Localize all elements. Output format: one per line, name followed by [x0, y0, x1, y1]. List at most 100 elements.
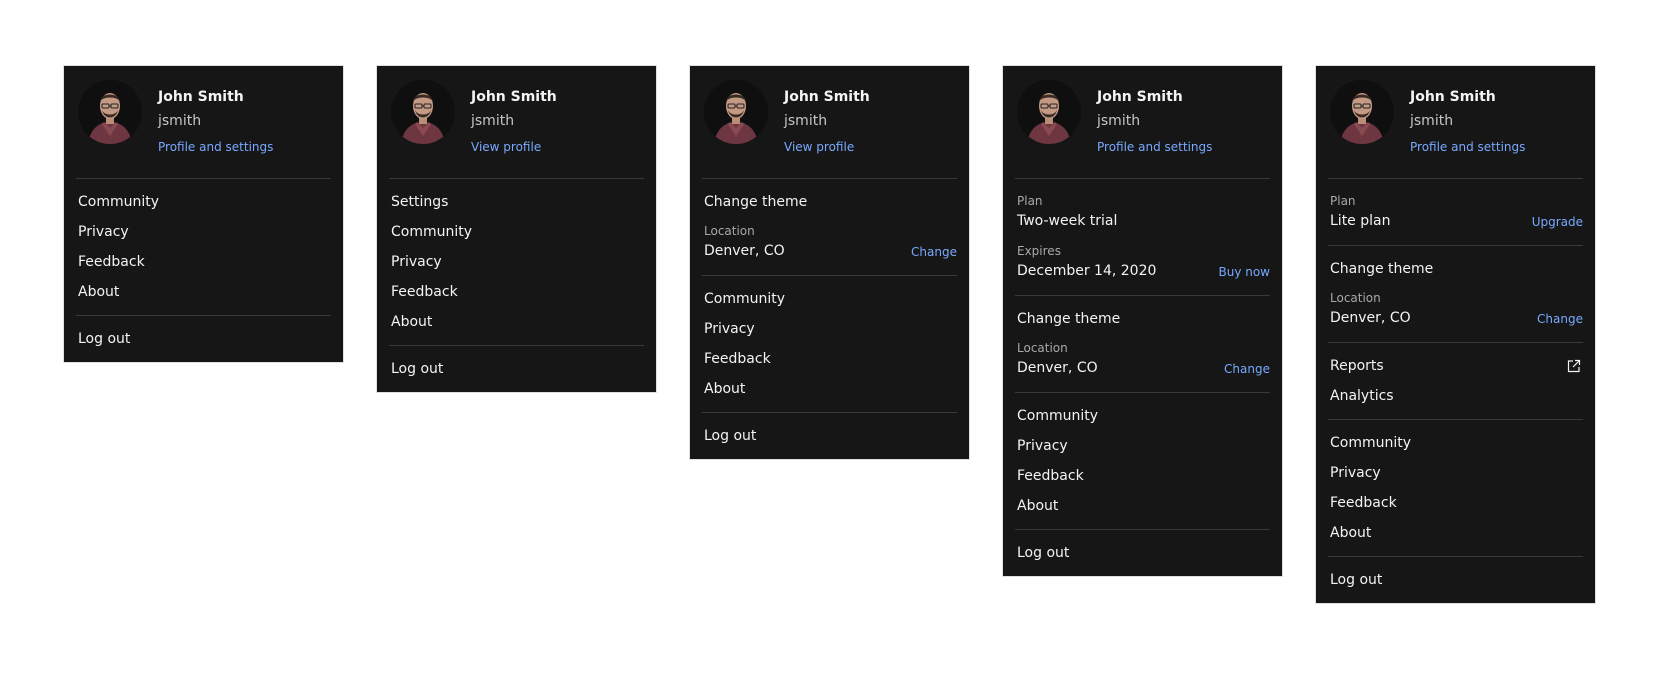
links-section: Community Privacy Feedback About: [64, 179, 343, 315]
profile-settings-link[interactable]: Profile and settings: [1097, 140, 1212, 154]
location-label: Location: [704, 224, 755, 238]
menu-item-about[interactable]: About: [1316, 518, 1595, 548]
external-link-icon: [1567, 359, 1581, 373]
logout-button[interactable]: Log out: [64, 324, 343, 354]
location-value: Denver, CO: [1017, 360, 1098, 376]
logout-section: Log out: [1316, 557, 1595, 603]
expires-label: Expires: [1017, 244, 1061, 258]
profile-menu-1: John Smith jsmith Profile and settings C…: [63, 65, 344, 363]
tools-section: Reports Analytics: [1316, 343, 1595, 419]
plan-value: Lite plan: [1330, 213, 1391, 229]
profile-settings-link[interactable]: Profile and settings: [1410, 140, 1525, 154]
view-profile-link[interactable]: View profile: [784, 140, 854, 154]
menu-item-analytics[interactable]: Analytics: [1316, 381, 1595, 411]
menu-item-about[interactable]: About: [64, 277, 343, 307]
avatar: [1330, 80, 1394, 144]
plan-section: Plan Two-week trial Expires December 14,…: [1003, 179, 1282, 295]
menu-item-about[interactable]: About: [690, 374, 969, 404]
upgrade-link[interactable]: Upgrade: [1532, 215, 1583, 229]
plan-row: Plan Lite plan Upgrade: [1316, 187, 1595, 237]
location-value: Denver, CO: [1330, 310, 1411, 326]
view-profile-link[interactable]: View profile: [471, 140, 541, 154]
user-name: John Smith: [471, 89, 557, 105]
plan-label: Plan: [1017, 194, 1043, 208]
change-theme-item[interactable]: Change theme: [1003, 304, 1282, 334]
profile-header: John Smith jsmith Profile and settings: [64, 66, 343, 178]
links-section: Community Privacy Feedback About: [1316, 420, 1595, 556]
logout-section: Log out: [1003, 530, 1282, 576]
menu-item-privacy[interactable]: Privacy: [64, 217, 343, 247]
links-section: Community Privacy Feedback About: [690, 276, 969, 412]
avatar: [704, 80, 768, 144]
profile-menu-2: John Smith jsmith View profile Settings …: [376, 65, 657, 393]
menu-item-privacy[interactable]: Privacy: [1003, 431, 1282, 461]
logout-button[interactable]: Log out: [1316, 565, 1595, 595]
logout-button[interactable]: Log out: [690, 421, 969, 451]
theme-section: Change theme Location Denver, CO Change: [1003, 296, 1282, 392]
menu-item-feedback[interactable]: Feedback: [377, 277, 656, 307]
location-row: Location Denver, CO Change: [1316, 284, 1595, 334]
menu-item-community[interactable]: Community: [1316, 428, 1595, 458]
menu-item-community[interactable]: Community: [377, 217, 656, 247]
menu-item-feedback[interactable]: Feedback: [64, 247, 343, 277]
change-theme-item[interactable]: Change theme: [690, 187, 969, 217]
expires-value: December 14, 2020: [1017, 263, 1157, 279]
location-label: Location: [1330, 291, 1381, 305]
menu-item-community[interactable]: Community: [1003, 401, 1282, 431]
avatar: [391, 80, 455, 144]
user-handle: jsmith: [471, 113, 515, 129]
location-row: Location Denver, CO Change: [690, 217, 969, 267]
links-section: Community Privacy Feedback About: [1003, 393, 1282, 529]
menu-item-privacy[interactable]: Privacy: [690, 314, 969, 344]
user-name: John Smith: [784, 89, 870, 105]
avatar: [1017, 80, 1081, 144]
profile-menu-3: John Smith jsmith View profile Change th…: [689, 65, 970, 460]
user-handle: jsmith: [1410, 113, 1454, 129]
menu-item-privacy[interactable]: Privacy: [377, 247, 656, 277]
user-name: John Smith: [158, 89, 244, 105]
change-theme-item[interactable]: Change theme: [1316, 254, 1595, 284]
plan-row: Plan Two-week trial: [1003, 187, 1282, 237]
menu-item-feedback[interactable]: Feedback: [1316, 488, 1595, 518]
logout-section: Log out: [64, 316, 343, 362]
change-location-link[interactable]: Change: [1224, 362, 1270, 376]
logout-button[interactable]: Log out: [1003, 538, 1282, 568]
plan-label: Plan: [1330, 194, 1356, 208]
location-value: Denver, CO: [704, 243, 785, 259]
profile-menu-5: John Smith jsmith Profile and settings P…: [1315, 65, 1596, 604]
theme-section: Change theme Location Denver, CO Change: [1316, 246, 1595, 342]
avatar: [78, 80, 142, 144]
change-location-link[interactable]: Change: [911, 245, 957, 259]
menu-item-reports[interactable]: Reports: [1316, 351, 1595, 381]
menu-item-privacy[interactable]: Privacy: [1316, 458, 1595, 488]
menu-item-community[interactable]: Community: [64, 187, 343, 217]
profile-settings-link[interactable]: Profile and settings: [158, 140, 273, 154]
menu-item-settings[interactable]: Settings: [377, 187, 656, 217]
links-section: Settings Community Privacy Feedback Abou…: [377, 179, 656, 345]
user-name: John Smith: [1410, 89, 1496, 105]
profile-header: John Smith jsmith Profile and settings: [1003, 66, 1282, 178]
menu-item-feedback[interactable]: Feedback: [690, 344, 969, 374]
user-handle: jsmith: [158, 113, 202, 129]
profile-header: John Smith jsmith Profile and settings: [1316, 66, 1595, 178]
reports-label: Reports: [1330, 358, 1384, 374]
buy-now-link[interactable]: Buy now: [1218, 265, 1270, 279]
menu-item-community[interactable]: Community: [690, 284, 969, 314]
profile-menu-4: John Smith jsmith Profile and settings P…: [1002, 65, 1283, 577]
plan-value: Two-week trial: [1017, 213, 1118, 229]
menu-item-about[interactable]: About: [377, 307, 656, 337]
user-handle: jsmith: [1097, 113, 1141, 129]
menu-item-feedback[interactable]: Feedback: [1003, 461, 1282, 491]
user-name: John Smith: [1097, 89, 1183, 105]
change-location-link[interactable]: Change: [1537, 312, 1583, 326]
location-row: Location Denver, CO Change: [1003, 334, 1282, 384]
user-handle: jsmith: [784, 113, 828, 129]
theme-section: Change theme Location Denver, CO Change: [690, 179, 969, 275]
menu-item-about[interactable]: About: [1003, 491, 1282, 521]
logout-button[interactable]: Log out: [377, 354, 656, 384]
profile-header: John Smith jsmith View profile: [377, 66, 656, 178]
plan-section: Plan Lite plan Upgrade: [1316, 179, 1595, 245]
expires-row: Expires December 14, 2020 Buy now: [1003, 237, 1282, 287]
location-label: Location: [1017, 341, 1068, 355]
logout-section: Log out: [377, 346, 656, 392]
